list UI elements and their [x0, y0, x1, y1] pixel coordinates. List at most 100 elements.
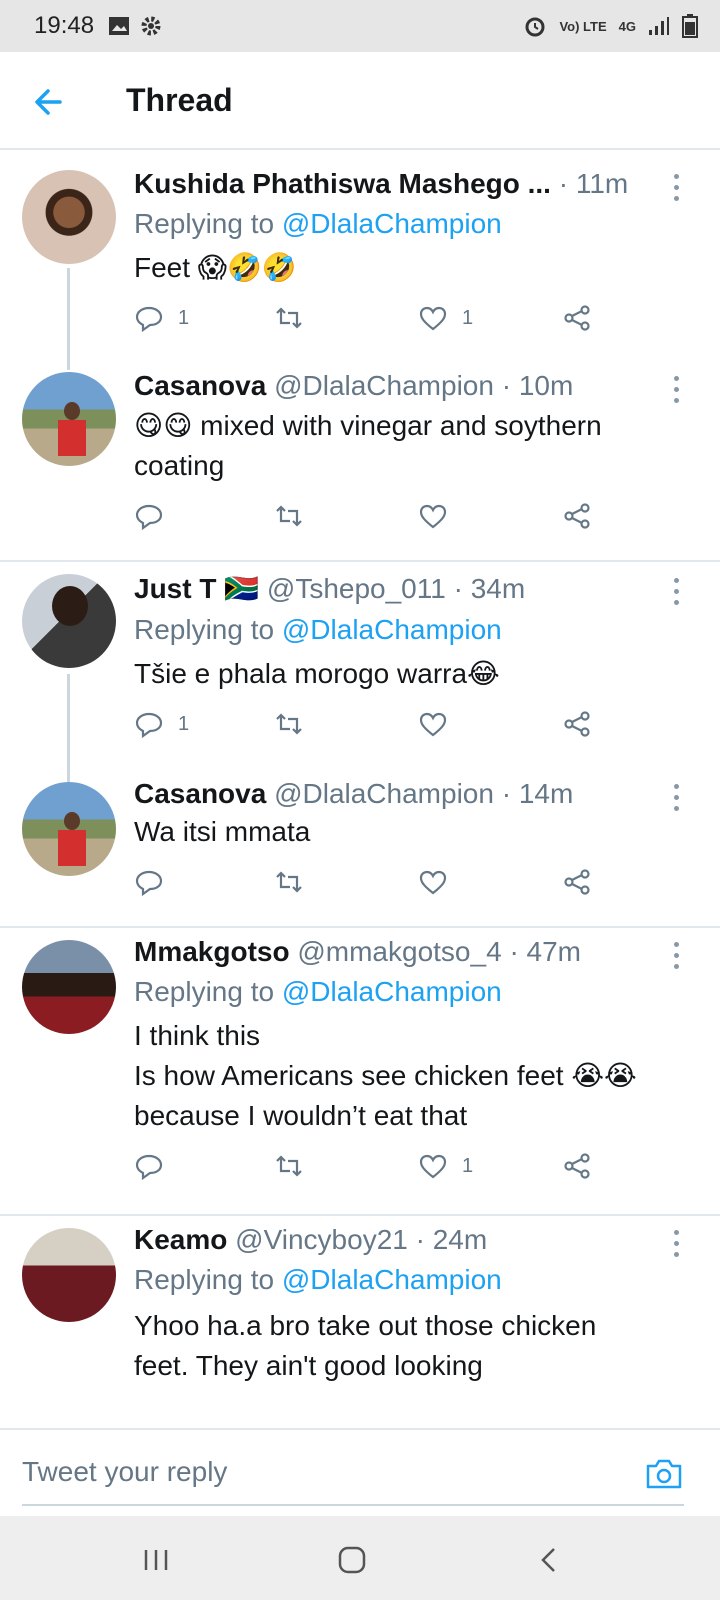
- reply-button[interactable]: 1: [134, 708, 189, 740]
- like-button[interactable]: [418, 708, 448, 740]
- replying-handle-link[interactable]: @DlalaChampion: [282, 208, 502, 239]
- tweet-text: 😋😋 mixed with vinegar and soythern coati…: [134, 410, 602, 481]
- tweet-header: Casanova @DlalaChampion · 10m: [134, 370, 660, 402]
- signal-icon: [649, 17, 669, 35]
- replying-handle-link[interactable]: @DlalaChampion: [282, 976, 502, 1007]
- tweet-actions: [134, 866, 604, 898]
- user-handle[interactable]: @Tshepo_011: [267, 573, 446, 604]
- volte-indicator: Vo) LTE: [559, 18, 607, 34]
- display-name[interactable]: Kushida Phathiswa Mashego ...: [134, 168, 551, 199]
- share-icon: [564, 305, 590, 331]
- tweet-actions: 1: [134, 708, 604, 740]
- share-icon: [564, 869, 590, 895]
- display-name[interactable]: Casanova: [134, 778, 266, 809]
- more-options-icon[interactable]: [674, 1230, 680, 1263]
- share-button[interactable]: [562, 866, 592, 898]
- reply-button[interactable]: 1: [134, 302, 189, 334]
- thread-header: Thread: [0, 52, 720, 150]
- retweet-button[interactable]: [274, 708, 304, 740]
- user-handle[interactable]: @DlalaChampion: [274, 370, 494, 401]
- tweet-time: · 34m: [453, 573, 526, 604]
- display-name[interactable]: Keamo: [134, 1224, 227, 1255]
- thread-connector: [67, 674, 70, 784]
- share-button[interactable]: [562, 1150, 592, 1182]
- more-options-icon[interactable]: [674, 942, 680, 975]
- nav-back-icon[interactable]: [532, 1542, 568, 1578]
- share-button[interactable]: [562, 500, 592, 532]
- display-name[interactable]: Casanova: [134, 370, 266, 401]
- replying-label: Replying to: [134, 1264, 282, 1295]
- tweet[interactable]: Keamo @Vincyboy21 · 24m Replying to @Dla…: [0, 1216, 720, 1428]
- like-count: 1: [462, 306, 474, 329]
- back-arrow-icon[interactable]: [30, 82, 70, 122]
- more-options-icon[interactable]: [674, 174, 680, 207]
- user-handle[interactable]: @mmakgotso_4: [297, 936, 501, 967]
- user-handle[interactable]: @Vincyboy21: [235, 1224, 408, 1255]
- replying-to: Replying to @DlalaChampion: [134, 1264, 502, 1296]
- replying-handle-link[interactable]: @DlalaChampion: [282, 614, 502, 645]
- replying-handle-link[interactable]: @DlalaChampion: [282, 1264, 502, 1295]
- like-button[interactable]: 1: [418, 1150, 473, 1182]
- replying-label: Replying to: [134, 614, 282, 645]
- tweet-header: Keamo @Vincyboy21 · 24m: [134, 1224, 660, 1256]
- status-bar: 19:48 Vo) LTE 4G: [0, 0, 720, 52]
- heart-icon: [419, 1154, 447, 1179]
- tweet-header: Casanova @DlalaChampion · 14m: [134, 778, 660, 810]
- tweet-header: Mmakgotso @mmakgotso_4 · 47m: [134, 936, 660, 968]
- reply-icon: [135, 504, 163, 531]
- tweet-header: Just T 🇿🇦 @Tshepo_011 · 34m: [134, 572, 660, 605]
- avatar[interactable]: [22, 574, 116, 668]
- like-count: 1: [462, 1154, 474, 1177]
- reply-icon: [135, 306, 163, 333]
- settings-gear-icon: [141, 16, 161, 36]
- more-options-icon[interactable]: [674, 578, 680, 611]
- display-name[interactable]: Just T 🇿🇦: [134, 573, 259, 604]
- camera-icon[interactable]: [644, 1454, 684, 1494]
- avatar[interactable]: [22, 940, 116, 1034]
- thread-feed[interactable]: Kushida Phathiswa Mashego ... · 11m Repl…: [0, 150, 720, 1428]
- tweet-text-line: I think this: [134, 1020, 261, 1051]
- like-button[interactable]: 1: [418, 302, 473, 334]
- recent-apps-icon[interactable]: [138, 1542, 174, 1578]
- tweet-actions: 1: [134, 1150, 604, 1182]
- tweet-time: · 11m: [558, 168, 629, 199]
- reply-button[interactable]: [134, 500, 164, 532]
- retweet-button[interactable]: [274, 500, 304, 532]
- share-button[interactable]: [562, 302, 592, 334]
- retweet-button[interactable]: [274, 1150, 304, 1182]
- tweet-text: Feet 😱🤣🤣: [134, 252, 297, 283]
- thread-connector: [67, 268, 70, 370]
- user-handle[interactable]: @DlalaChampion: [274, 778, 494, 809]
- system-nav-bar: [0, 1516, 720, 1600]
- retweet-button[interactable]: [274, 866, 304, 898]
- avatar[interactable]: [22, 372, 116, 466]
- display-name[interactable]: Mmakgotso: [134, 936, 290, 967]
- avatar[interactable]: [22, 170, 116, 264]
- reply-button[interactable]: [134, 1150, 164, 1182]
- tweet-text: I think this Is how Americans see chicke…: [134, 1016, 680, 1136]
- avatar[interactable]: [22, 1228, 116, 1322]
- network-type: 4G: [618, 18, 636, 34]
- heart-icon: [419, 870, 447, 895]
- tweet-text: Tšie e phala morogo warra😂: [134, 658, 500, 689]
- replying-label: Replying to: [134, 976, 282, 1007]
- retweet-button[interactable]: [274, 302, 304, 334]
- like-button[interactable]: [418, 866, 448, 898]
- share-button[interactable]: [562, 708, 592, 740]
- reply-input[interactable]: Tweet your reply: [22, 1456, 684, 1506]
- home-icon[interactable]: [334, 1542, 370, 1578]
- avatar[interactable]: [22, 782, 116, 876]
- tweet-text: Wa itsi mmata: [134, 816, 311, 847]
- more-options-icon[interactable]: [674, 376, 680, 409]
- like-button[interactable]: [418, 500, 448, 532]
- reply-button[interactable]: [134, 866, 164, 898]
- tweet-time: · 24m: [415, 1224, 488, 1255]
- reply-count: 1: [178, 712, 190, 735]
- status-time: 19:48: [34, 12, 95, 39]
- replying-to: Replying to @DlalaChampion: [134, 614, 502, 646]
- tweet-actions: 1 1: [134, 302, 604, 334]
- reply-icon: [135, 712, 163, 739]
- tweet-text-line: Is how Americans see chicken feet 😭😭: [134, 1060, 637, 1091]
- tweet-actions: [134, 500, 604, 532]
- replying-to: Replying to @DlalaChampion: [134, 976, 502, 1008]
